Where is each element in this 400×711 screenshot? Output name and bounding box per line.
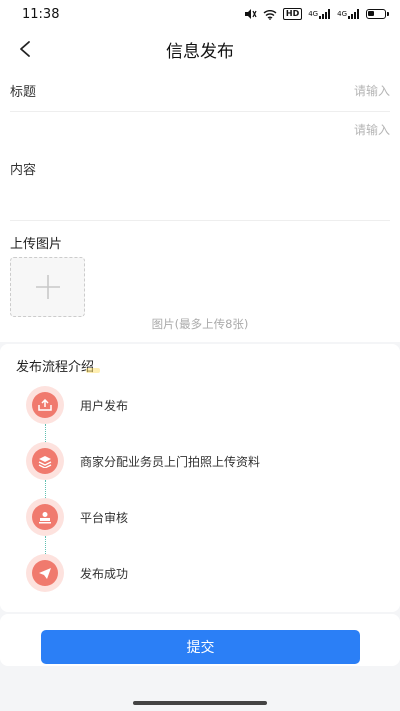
title-row: 标题 — [10, 70, 390, 112]
title-label: 标题 — [10, 85, 37, 100]
mute-icon — [243, 8, 257, 20]
flow-step: 发布成功 — [26, 554, 128, 592]
flow-step: 平台审核 — [26, 498, 128, 536]
battery-icon — [366, 9, 389, 19]
chevron-left-icon — [20, 41, 30, 57]
status-bar: 11:38 HD 4G 4G — [0, 0, 400, 28]
signal-4g-icon: 4G — [308, 9, 331, 19]
hd-badge: HD — [282, 8, 303, 20]
upload-label: 上传图片 — [10, 237, 63, 252]
content-area: 内容 — [10, 113, 390, 221]
form-card: 标题 内容 上传图片 图片(最多上传8张) — [0, 70, 400, 342]
flow-card: 发布流程介绍 用户发布 商家分配业务员上门拍照上传资料 平台审核 发布成功 — [0, 344, 400, 612]
flow-step-label: 发布成功 — [80, 566, 129, 581]
upload-hint: 图片(最多上传8张) — [151, 317, 249, 331]
layers-icon — [26, 442, 64, 480]
status-time: 11:38 — [22, 6, 60, 22]
status-icons: HD 4G 4G — [243, 8, 389, 20]
submit-button[interactable]: 提交 — [41, 630, 360, 664]
back-button[interactable] — [12, 36, 38, 62]
flow-step-label: 商家分配业务员上门拍照上传资料 — [80, 454, 261, 469]
nav-bar: 信息发布 — [0, 28, 400, 70]
content-input[interactable] — [190, 123, 390, 137]
plus-icon — [35, 275, 60, 299]
content-label: 内容 — [10, 163, 37, 178]
flow-step: 商家分配业务员上门拍照上传资料 — [26, 442, 260, 480]
send-icon — [26, 554, 64, 592]
flow-step-label: 用户发布 — [80, 398, 129, 413]
page-title: 信息发布 — [166, 41, 234, 62]
stamp-icon — [26, 498, 64, 536]
home-indicator[interactable] — [133, 701, 267, 705]
upload-image-button[interactable] — [10, 257, 85, 317]
flow-title: 发布流程介绍 — [16, 356, 101, 375]
signal-4g-icon-2: 4G — [337, 9, 360, 19]
upload-icon — [26, 386, 64, 424]
flow-step-label: 平台审核 — [80, 510, 129, 525]
bottom-bar: 提交 — [0, 614, 400, 666]
title-input[interactable] — [190, 83, 390, 98]
wifi-icon — [263, 9, 277, 20]
flow-step: 用户发布 — [26, 386, 128, 424]
